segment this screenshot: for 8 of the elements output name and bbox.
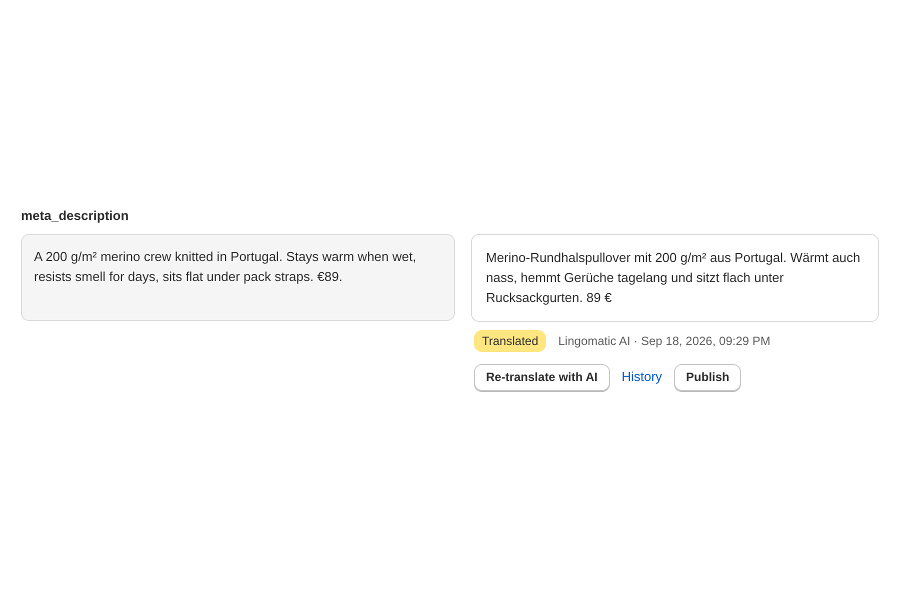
action-button[interactable]: Re-translate with AI	[474, 364, 610, 390]
translation-text-box[interactable]: Merino-Rundhalspullover mit 200 g/m² aus Portugal. Wärmt auch nass, hemmt Gerüche tagelang und sitzt flach unter Rucksackgurten. 89 €	[471, 234, 879, 322]
field-label: meta_description	[21, 207, 129, 225]
history-link[interactable]: History	[622, 367, 662, 387]
source-text-box: A 200 g/m² merino crew knitted in Portugal. Stays warm when wet, resists smell for days, sits flat under pack straps. €89.	[21, 234, 455, 320]
action-button[interactable]: Publish	[674, 364, 742, 390]
translation-meta: Lingomatic AI · Sep 18, 2026, 09:29 PM	[558, 332, 770, 350]
status-badge: Translated	[474, 330, 546, 352]
